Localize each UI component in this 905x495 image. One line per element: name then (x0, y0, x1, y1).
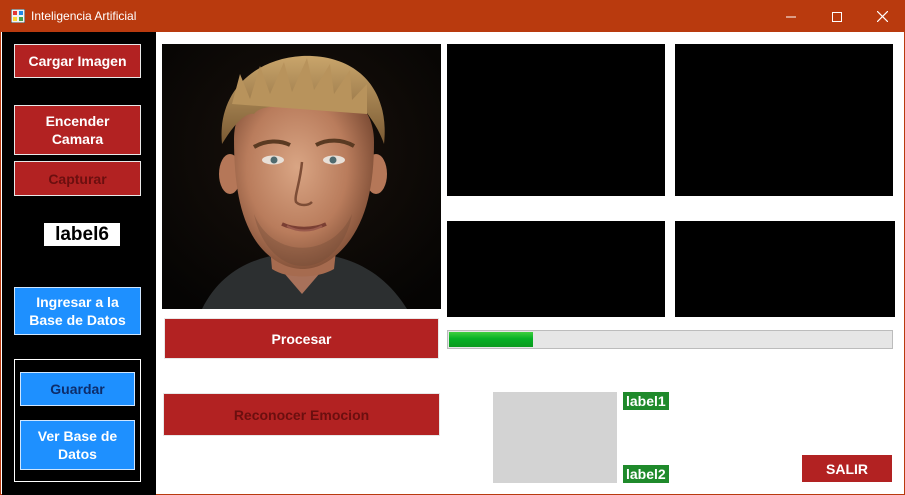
portrait-illustration (162, 44, 441, 309)
close-button[interactable] (859, 1, 905, 32)
image-panel-1 (447, 44, 665, 196)
guardar-button[interactable]: Guardar (20, 372, 135, 406)
close-icon (876, 11, 888, 22)
capturar-button[interactable]: Capturar (14, 161, 141, 196)
minimize-button[interactable] (768, 1, 814, 32)
title-bar[interactable]: Inteligencia Artificial (1, 1, 904, 32)
image-panel-2 (675, 44, 893, 196)
progress-bar-fill (449, 332, 533, 347)
maximize-button[interactable] (814, 1, 860, 32)
salir-button[interactable]: SALIR (802, 455, 892, 482)
ver-base-datos-button[interactable]: Ver Base de Datos (20, 420, 135, 470)
minimize-icon (786, 16, 796, 17)
procesar-button[interactable]: Procesar (164, 318, 439, 359)
emotion-picture-box (493, 392, 617, 483)
label6-text: label6 (44, 223, 120, 246)
maximize-icon (832, 11, 842, 22)
label2-text: label2 (623, 465, 669, 483)
loaded-face-image (162, 44, 441, 309)
progress-bar (447, 330, 893, 349)
label1-text: label1 (623, 392, 669, 410)
image-panel-4 (675, 221, 895, 317)
app-window-icon (11, 9, 25, 23)
window-title: Inteligencia Artificial (31, 9, 137, 23)
image-panel-3 (447, 221, 665, 317)
app-window: Inteligencia Artificial Cargar Imagen En… (0, 0, 905, 495)
encender-camara-button[interactable]: Encender Camara (14, 105, 141, 155)
cargar-imagen-button[interactable]: Cargar Imagen (14, 44, 141, 78)
ingresar-base-datos-button[interactable]: Ingresar a la Base de Datos (14, 287, 141, 335)
reconocer-emocion-button[interactable]: Reconocer Emocion (163, 393, 440, 436)
